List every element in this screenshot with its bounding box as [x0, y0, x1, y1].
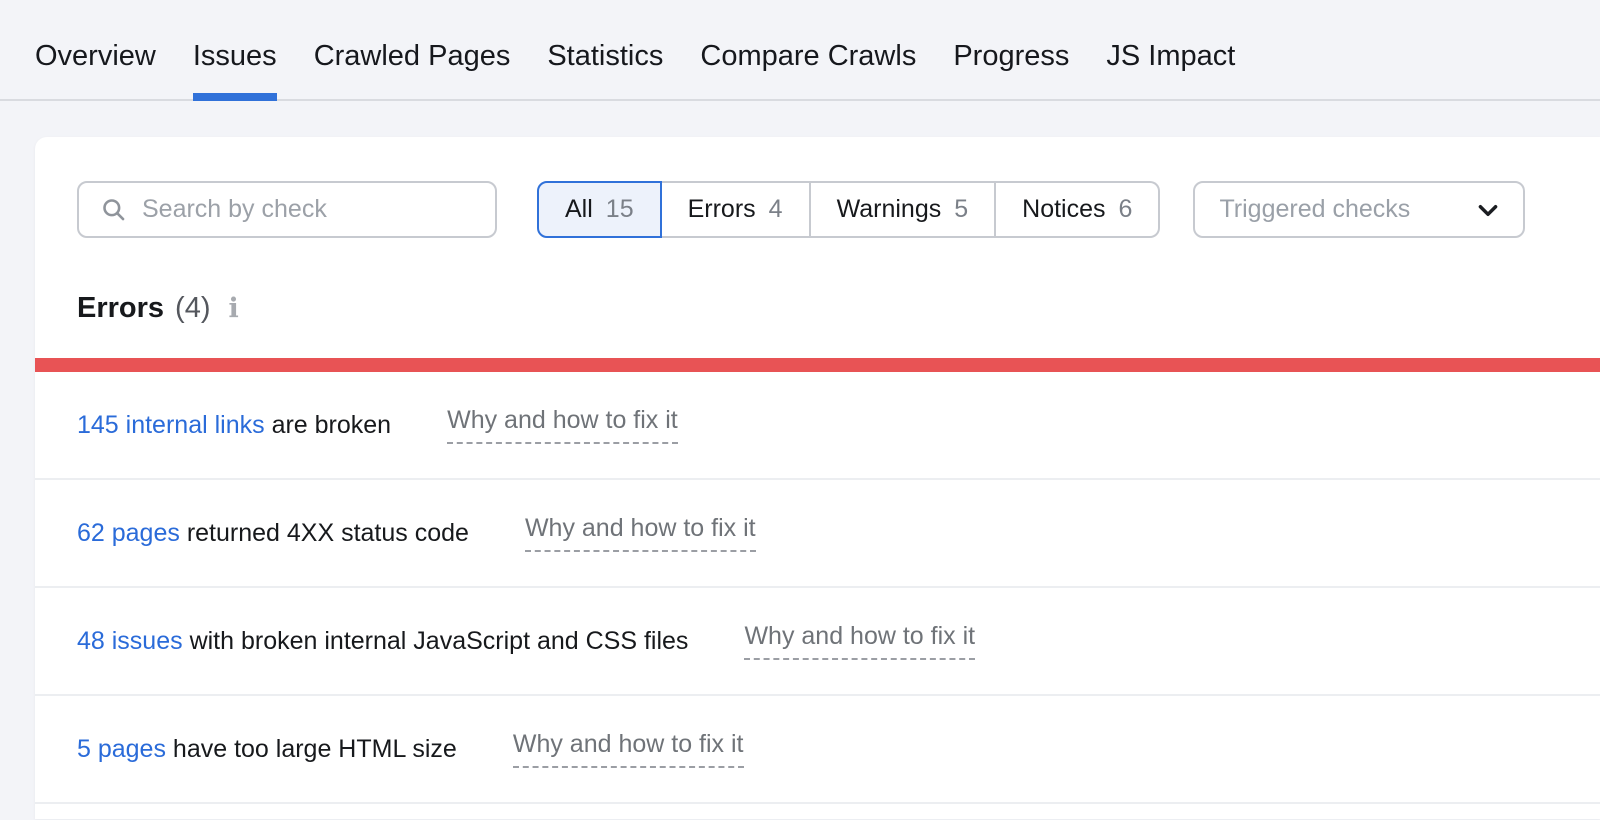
filter-errors[interactable]: Errors 4 [661, 181, 811, 238]
tab-compare-crawls[interactable]: Compare Crawls [700, 14, 916, 99]
triggered-checks-dropdown[interactable]: Triggered checks [1193, 181, 1526, 238]
issue-count-link[interactable]: 48 issues [77, 627, 183, 656]
top-tab-bar: Overview Issues Crawled Pages Statistics… [0, 0, 1600, 101]
filter-warnings-label: Warnings [836, 195, 942, 223]
chevron-down-icon [1475, 197, 1501, 223]
issue-description: returned 4XX status code [179, 518, 469, 547]
errors-section-header: Errors (4) i [35, 292, 1600, 325]
section-title: Errors [77, 292, 165, 324]
filter-errors-label: Errors [687, 195, 756, 223]
search-input[interactable]: Search by check [77, 181, 497, 238]
issue-row-broken-js-css: 48 issues with broken internal JavaScrip… [35, 588, 1600, 696]
search-icon [100, 196, 127, 223]
tab-js-impact[interactable]: JS Impact [1106, 14, 1235, 99]
issue-row-4xx-status: 62 pages returned 4XX status code Why an… [35, 480, 1600, 588]
filter-notices-count: 6 [1118, 195, 1133, 223]
why-how-to-fix-link[interactable]: Why and how to fix it [512, 730, 744, 768]
filter-all-label: All [565, 195, 593, 223]
tab-crawled-pages[interactable]: Crawled Pages [314, 14, 511, 99]
tab-statistics[interactable]: Statistics [547, 14, 663, 99]
triggered-checks-label: Triggered checks [1219, 195, 1411, 223]
issue-description: are broken [264, 410, 392, 439]
why-how-to-fix-link[interactable]: Why and how to fix it [524, 514, 756, 552]
tab-issues[interactable]: Issues [192, 14, 277, 101]
error-severity-bar [35, 358, 1600, 372]
issue-description: have too large HTML size [165, 734, 457, 763]
tab-progress[interactable]: Progress [953, 14, 1069, 99]
filter-errors-count: 4 [768, 195, 783, 223]
filter-warnings[interactable]: Warnings 5 [810, 181, 997, 238]
filter-notices[interactable]: Notices 6 [996, 181, 1161, 238]
issue-count-link[interactable]: 145 internal links [77, 411, 265, 440]
filter-notices-label: Notices [1022, 195, 1106, 223]
search-placeholder: Search by check [142, 195, 327, 223]
severity-filter-group: All 15 Errors 4 Warnings 5 Notices 6 [537, 181, 1161, 238]
why-how-to-fix-link[interactable]: Why and how to fix it [447, 406, 678, 444]
issue-description: with broken internal JavaScript and CSS … [182, 626, 689, 655]
tab-overview[interactable]: Overview [35, 14, 156, 99]
filter-all[interactable]: All 15 [537, 181, 662, 238]
info-icon[interactable]: i [229, 293, 239, 324]
issue-count-link[interactable]: 62 pages [77, 519, 180, 548]
issue-row-broken-internal-links: 145 internal links are broken Why and ho… [35, 372, 1600, 480]
filter-all-count: 15 [605, 195, 634, 223]
issue-count-link[interactable]: 5 pages [77, 735, 166, 764]
filter-warnings-count: 5 [954, 195, 969, 223]
issue-row-large-html-size: 5 pages have too large HTML size Why and… [35, 696, 1600, 804]
filters-toolbar: Search by check All 15 Errors 4 Warnings… [35, 181, 1600, 238]
issues-panel: Search by check All 15 Errors 4 Warnings… [35, 137, 1600, 819]
why-how-to-fix-link[interactable]: Why and how to fix it [744, 622, 976, 660]
section-count: (4) [175, 292, 211, 324]
